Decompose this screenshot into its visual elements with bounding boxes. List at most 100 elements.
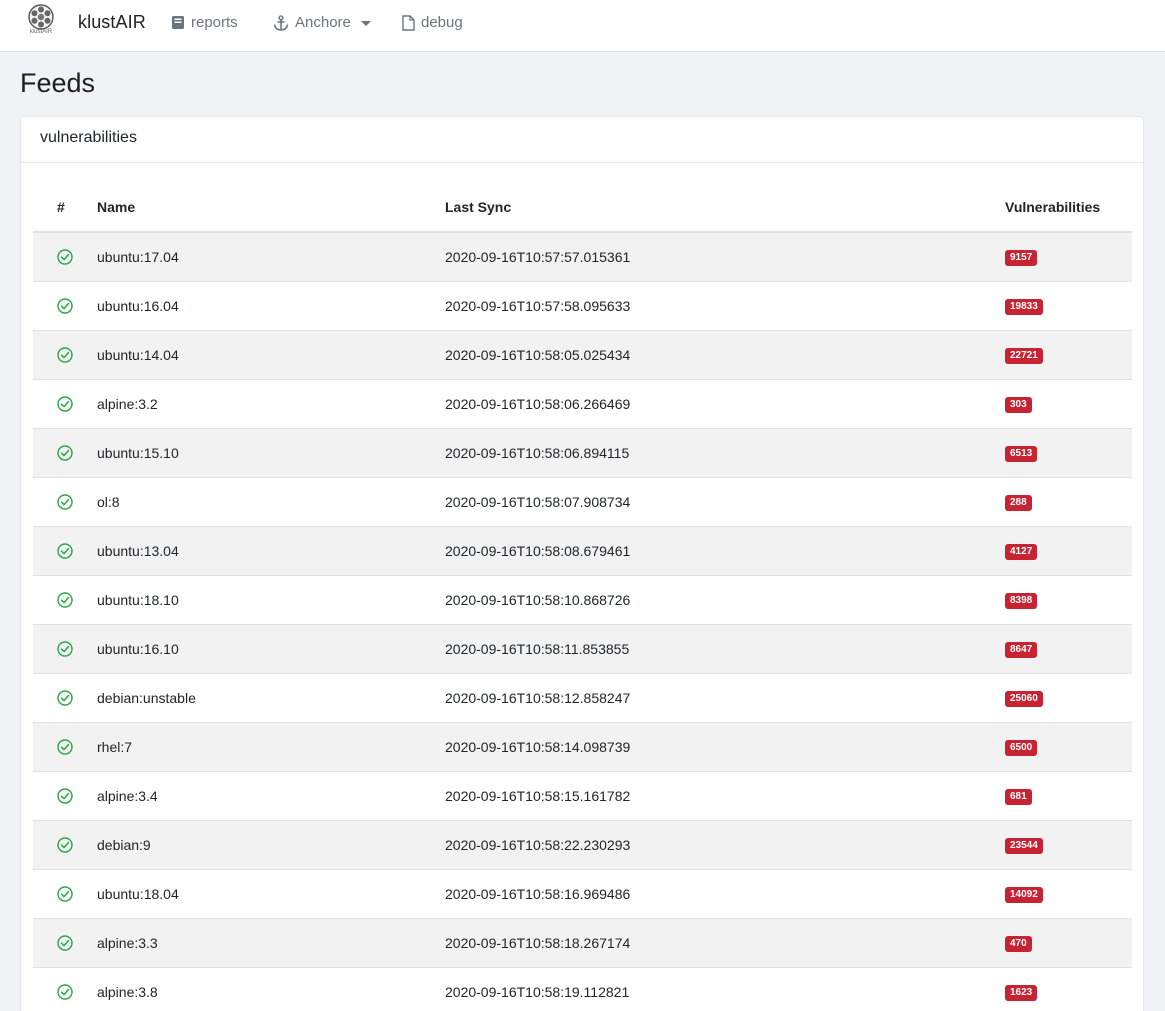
- vulnerabilities-cell: 8647: [1005, 624, 1132, 674]
- feed-name: alpine:3.4: [97, 771, 445, 821]
- vulnerability-count-badge: 23544: [1005, 838, 1043, 854]
- check-circle-icon: [57, 984, 73, 1000]
- feed-name: debian:unstable: [97, 673, 445, 723]
- status-cell: [33, 526, 97, 576]
- nav-item-anchore-label: Anchore: [295, 14, 351, 31]
- table-row: ubuntu:15.10 2020-09-16T10:58:06.894115 65…: [33, 428, 1132, 478]
- vulnerabilities-cell: 14092: [1005, 869, 1132, 919]
- table-row: ubuntu:16.04 2020-09-16T10:57:58.095633 19…: [33, 281, 1132, 331]
- vulnerability-count-badge: 14092: [1005, 887, 1043, 903]
- column-header-vulnerabilities: Vulnerabilities: [1005, 183, 1132, 233]
- status-cell: [33, 918, 97, 968]
- nav-item-reports[interactable]: reports: [171, 14, 238, 31]
- last-sync: 2020-09-16T10:58:11.853855: [445, 624, 1005, 674]
- last-sync: 2020-09-16T10:58:22.230293: [445, 820, 1005, 870]
- vulnerability-count-badge: 681: [1005, 789, 1032, 805]
- vulnerability-count-badge: 9157: [1005, 250, 1038, 267]
- top-navbar: klustAIR klustAIR reports Anchore debug: [0, 0, 1165, 52]
- check-circle-icon: [57, 886, 73, 902]
- check-circle-icon: [57, 935, 73, 951]
- vulnerability-count-badge: 470: [1005, 936, 1032, 952]
- feed-name: ubuntu:15.10: [97, 428, 445, 478]
- last-sync: 2020-09-16T10:58:06.894115: [445, 428, 1005, 478]
- table-row: ubuntu:13.04 2020-09-16T10:58:08.679461 41…: [33, 526, 1132, 576]
- vulnerability-count-badge: 22721: [1005, 348, 1043, 364]
- table-row: debian:unstable 2020-09-16T10:58:12.85824…: [33, 673, 1132, 723]
- status-cell: [33, 330, 97, 380]
- column-header-name: Name: [97, 183, 445, 233]
- last-sync: 2020-09-16T10:57:57.015361: [445, 232, 1005, 282]
- feed-name: ol:8: [97, 477, 445, 527]
- check-circle-icon: [57, 788, 73, 804]
- card-header: vulnerabilities: [21, 117, 1143, 163]
- status-cell: [33, 771, 97, 821]
- table-row: ubuntu:14.04 2020-09-16T10:58:05.025434 22…: [33, 330, 1132, 380]
- feed-name: alpine:3.8: [97, 967, 445, 1011]
- vulnerability-count-badge: 4127: [1005, 544, 1038, 560]
- check-circle-icon: [57, 592, 73, 608]
- vulnerabilities-cell: 681: [1005, 771, 1132, 821]
- vulnerabilities-cell: 25060: [1005, 673, 1132, 723]
- check-circle-icon: [57, 347, 73, 363]
- last-sync: 2020-09-16T10:58:08.679461: [445, 526, 1005, 576]
- table-body: ubuntu:17.04 2020-09-16T10:57:57.015361 91…: [33, 232, 1132, 1011]
- vulnerability-count-badge: 8647: [1005, 642, 1038, 658]
- check-circle-icon: [57, 739, 73, 755]
- feed-name: rhel:7: [97, 722, 445, 772]
- vulnerabilities-cell: 23544: [1005, 820, 1132, 870]
- last-sync: 2020-09-16T10:58:05.025434: [445, 330, 1005, 380]
- page-title: Feeds: [20, 68, 96, 98]
- brand-name[interactable]: klustAIR: [78, 12, 146, 33]
- status-cell: [33, 967, 97, 1011]
- table-row: ubuntu:17.04 2020-09-16T10:57:57.015361 91…: [33, 232, 1132, 282]
- vulnerabilities-cell: 8398: [1005, 575, 1132, 625]
- feed-name: ubuntu:13.04: [97, 526, 445, 576]
- vulnerability-count-badge: 6513: [1005, 446, 1038, 462]
- feed-name: alpine:3.3: [97, 918, 445, 968]
- check-circle-icon: [57, 641, 73, 657]
- last-sync: 2020-09-16T10:58:10.868726: [445, 575, 1005, 625]
- vulnerabilities-cell: 6513: [1005, 428, 1132, 478]
- vulnerability-count-badge: 25060: [1005, 691, 1043, 707]
- check-circle-icon: [57, 249, 73, 266]
- check-circle-icon: [57, 445, 73, 461]
- table-row: ol:8 2020-09-16T10:58:07.908734 288: [33, 477, 1132, 527]
- vulnerabilities-cell: 4127: [1005, 526, 1132, 576]
- nav-item-debug[interactable]: debug: [402, 14, 463, 31]
- table-row: debian:9 2020-09-16T10:58:22.230293 23544: [33, 820, 1132, 870]
- brand-logo-caption: klustAIR: [29, 29, 53, 35]
- check-circle-icon: [57, 543, 73, 559]
- status-cell: [33, 869, 97, 919]
- vulnerability-count-badge: 8398: [1005, 593, 1038, 609]
- last-sync: 2020-09-16T10:58:16.969486: [445, 869, 1005, 919]
- check-circle-icon: [57, 494, 73, 510]
- status-cell: [33, 722, 97, 772]
- check-circle-icon: [57, 396, 73, 412]
- vulnerabilities-cell: 288: [1005, 477, 1132, 527]
- status-cell: [33, 575, 97, 625]
- last-sync: 2020-09-16T10:58:15.161782: [445, 771, 1005, 821]
- status-cell: [33, 820, 97, 870]
- status-cell: [33, 477, 97, 527]
- feed-name: ubuntu:16.10: [97, 624, 445, 674]
- last-sync: 2020-09-16T10:58:14.098739: [445, 722, 1005, 772]
- feed-name: ubuntu:14.04: [97, 330, 445, 380]
- anchor-icon: [273, 14, 289, 31]
- check-circle-icon: [57, 690, 73, 706]
- chevron-down-icon: [360, 20, 371, 26]
- status-cell: [33, 428, 97, 478]
- feed-name: debian:9: [97, 820, 445, 870]
- nav-item-anchore[interactable]: Anchore: [273, 14, 371, 31]
- nav-item-debug-label: debug: [421, 14, 463, 31]
- last-sync: 2020-09-16T10:58:19.112821: [445, 967, 1005, 1011]
- file-icon: [402, 14, 415, 31]
- book-icon: [171, 15, 185, 30]
- table-row: ubuntu:18.04 2020-09-16T10:58:16.969486 14…: [33, 869, 1132, 919]
- feed-name: alpine:3.2: [97, 379, 445, 429]
- vulnerabilities-cell: 303: [1005, 379, 1132, 429]
- status-cell: [33, 232, 97, 282]
- vulnerability-count-badge: 1623: [1005, 985, 1038, 1001]
- vulnerabilities-cell: 9157: [1005, 232, 1132, 282]
- check-circle-icon: [57, 298, 73, 314]
- column-header-last-sync: Last Sync: [445, 183, 1005, 233]
